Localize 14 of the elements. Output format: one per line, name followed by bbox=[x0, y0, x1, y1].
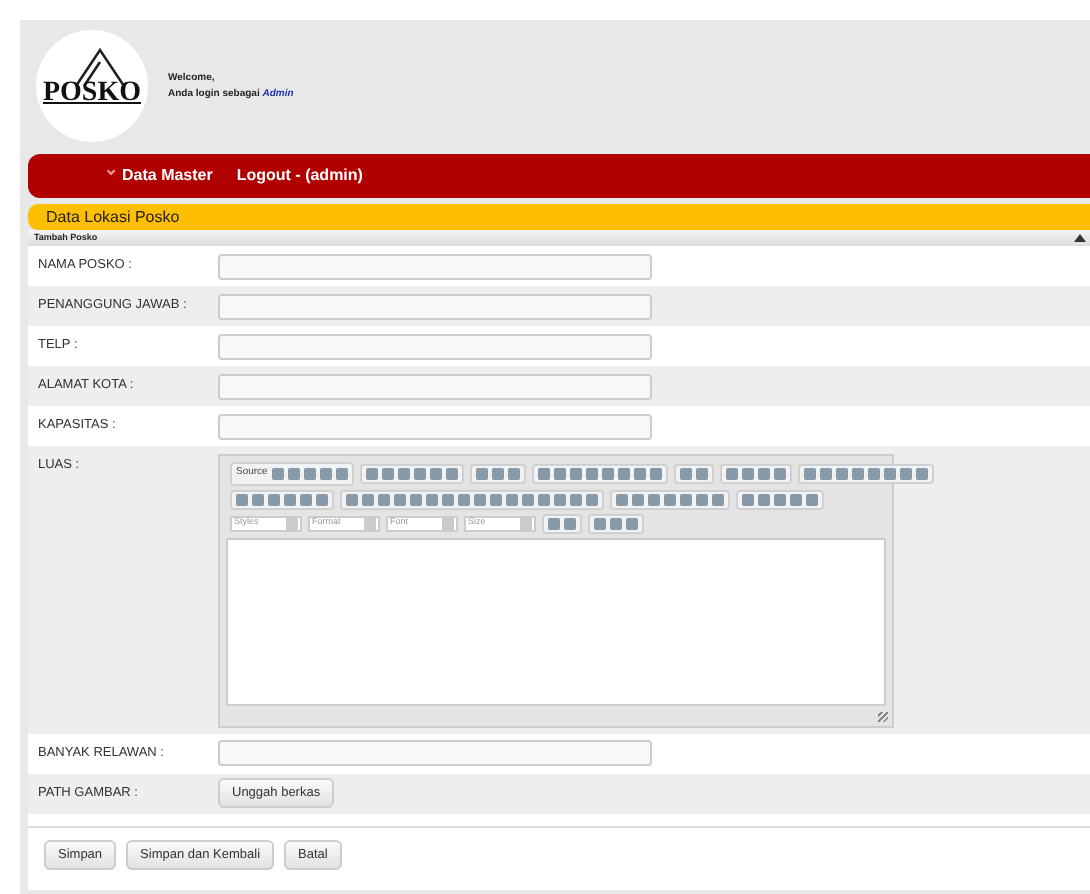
logo-text: POSKO bbox=[42, 76, 141, 112]
input-field[interactable] bbox=[218, 333, 652, 359]
input-field[interactable] bbox=[218, 373, 652, 399]
input-field[interactable] bbox=[218, 253, 652, 279]
nav-link[interactable]: Logout - (admin) bbox=[236, 164, 363, 188]
page-title: Data Lokasi Posko bbox=[28, 204, 1090, 230]
editor-text-area[interactable] bbox=[226, 537, 886, 705]
nav-link[interactable]: Data Master bbox=[108, 164, 213, 188]
resize-grip-icon[interactable] bbox=[878, 711, 888, 721]
input-field[interactable] bbox=[218, 740, 652, 766]
input-field[interactable] bbox=[218, 293, 652, 319]
collapse-icon[interactable] bbox=[1074, 234, 1086, 242]
caret-icon bbox=[106, 166, 116, 176]
input-field[interactable] bbox=[218, 413, 652, 439]
